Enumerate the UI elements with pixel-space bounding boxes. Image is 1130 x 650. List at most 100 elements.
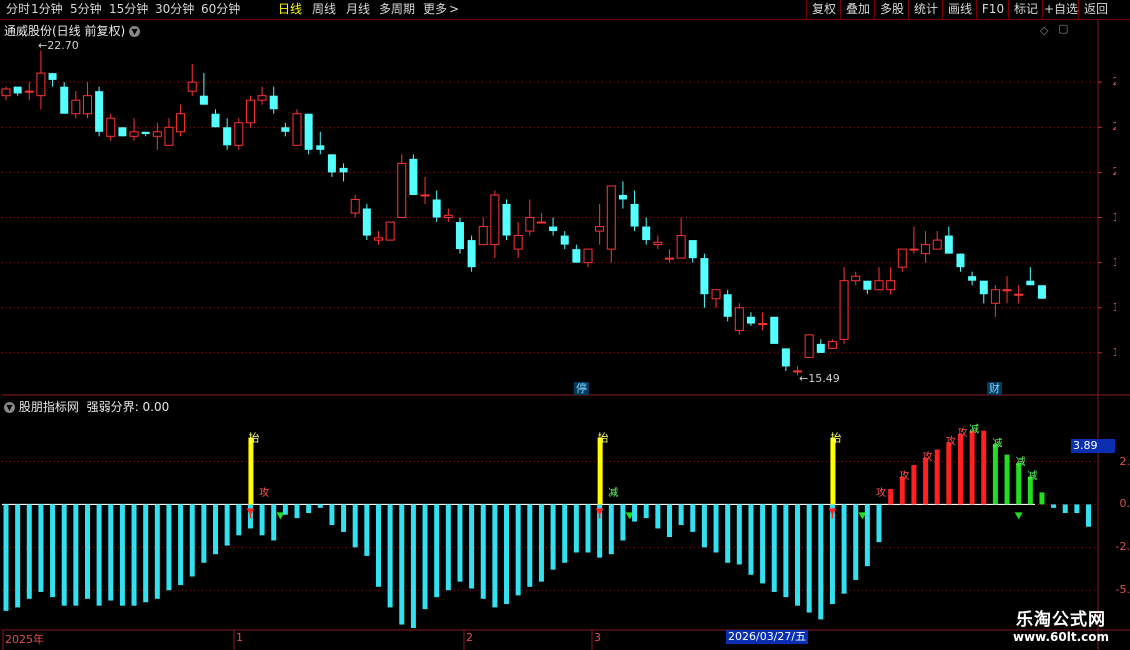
toolbar-button-6[interactable]: 标记 <box>1008 0 1043 19</box>
arrow-stem <box>831 514 834 519</box>
candle-body <box>734 307 744 331</box>
toolbar-button-7[interactable]: +自选 <box>1042 0 1079 19</box>
period-tab-9[interactable]: 多周期 <box>379 2 415 16</box>
indicator-bar <box>701 504 707 548</box>
candle-body <box>572 249 581 263</box>
indicator-bar <box>282 504 288 515</box>
indicator-bar <box>923 458 929 505</box>
candle-body <box>1037 285 1046 299</box>
indicator-bar <box>643 504 649 519</box>
suspend-tag[interactable]: 停 <box>574 382 589 395</box>
indicator-bar <box>818 504 824 620</box>
indicator-bar <box>853 504 859 580</box>
indicator-bar <box>259 504 265 536</box>
candle-body <box>1 88 11 97</box>
indicator-bar <box>201 504 207 563</box>
panel-menu-icon[interactable]: ▼ <box>129 26 141 37</box>
indicator-bar <box>934 449 940 505</box>
period-tab-2[interactable]: 5分钟 <box>70 2 102 16</box>
period-tab-4[interactable]: 30分钟 <box>155 2 194 16</box>
candle-body <box>152 131 162 137</box>
candle-body <box>71 99 81 115</box>
signal-text-reduce: 减 <box>992 437 1002 449</box>
kline-chart[interactable]: 抬抬抬攻 攻攻攻攻攻减减减减减 <box>0 20 1130 650</box>
indicator-bar <box>50 504 56 598</box>
candle-body <box>595 226 605 232</box>
indicator-bar <box>795 504 801 606</box>
candle-body <box>187 81 197 92</box>
candle-body <box>700 258 709 295</box>
candle-body <box>746 316 755 324</box>
candle-body <box>1014 293 1024 296</box>
candle-body <box>176 113 186 133</box>
toolbar-button-8[interactable]: 返回 <box>1078 0 1113 19</box>
toolbar-button-1[interactable]: 叠加 <box>840 0 875 19</box>
indicator-bar <box>957 434 963 505</box>
period-tab-5[interactable]: 60分钟 <box>201 2 240 16</box>
candle-body <box>921 244 931 255</box>
candle-body <box>676 235 686 259</box>
candle-body <box>1002 289 1012 292</box>
indicator-bar <box>632 504 638 522</box>
indicator-bar <box>1086 504 1092 527</box>
toolbar-button-5[interactable]: F10 <box>976 0 1009 19</box>
indicator-bar <box>969 430 975 505</box>
indicator-bar <box>131 504 137 606</box>
candle-body <box>82 95 92 115</box>
indicator-bar <box>550 504 556 570</box>
candle-body <box>199 95 208 105</box>
start-signal-bar <box>248 437 254 505</box>
date-axis-label: 3 <box>594 631 601 644</box>
period-tab-10[interactable]: 更多 <box>423 2 447 16</box>
indicator-menu-icon[interactable]: ▼ <box>4 402 15 413</box>
signal-text-reduce: 减 <box>1027 470 1037 482</box>
finance-tag[interactable]: 财 <box>987 382 1002 395</box>
indicator-bar <box>888 488 894 505</box>
indicator-bar <box>1039 492 1045 505</box>
period-tab-8[interactable]: 月线 <box>346 2 370 16</box>
indicator-bar <box>1074 504 1080 513</box>
toolbar-button-4[interactable]: 画线 <box>942 0 977 19</box>
candle-body <box>851 275 861 282</box>
toolbar-button-3[interactable]: 统计 <box>908 0 943 19</box>
indicator-bar <box>434 504 440 598</box>
candle-body <box>490 194 500 246</box>
candle-body <box>816 343 825 353</box>
candle-body <box>362 208 371 236</box>
period-tab-3[interactable]: 15分钟 <box>109 2 148 16</box>
indicator-bar <box>946 442 952 505</box>
period-tab-1[interactable]: 1分钟 <box>31 2 63 16</box>
toolbar-button-2[interactable]: 多股 <box>874 0 909 19</box>
candle-body <box>606 185 616 250</box>
indicator-bar <box>306 504 312 513</box>
indicator-bar <box>399 504 405 625</box>
start-signal-label: 抬 <box>598 430 609 444</box>
indicator-bar <box>178 504 184 586</box>
candle-body <box>513 235 523 250</box>
candle-body <box>409 158 418 195</box>
indicator-bar <box>864 504 870 567</box>
minimize-icon[interactable]: ▢ <box>1058 22 1068 35</box>
watermark: 乐淘公式网 www.60lt.com <box>996 610 1126 644</box>
signal-text-attack: 攻 <box>946 435 956 448</box>
period-tab-6[interactable]: 日线 <box>278 2 302 16</box>
indicator-bar <box>271 504 277 541</box>
indicator-bar <box>143 504 149 603</box>
indicator-axis-label: 2.50 <box>1119 454 1130 468</box>
indicator-bar <box>585 504 591 553</box>
period-tab-7[interactable]: 周线 <box>312 2 336 16</box>
indicator-bar <box>806 504 812 613</box>
start-signal-label: 抬 <box>248 430 259 444</box>
candle-body <box>688 240 697 259</box>
candle-body <box>245 99 255 124</box>
indicator-bar <box>15 504 21 608</box>
current-date-label: 2026/03/27/五 <box>726 630 809 644</box>
candle-body <box>269 95 278 110</box>
candle-body <box>234 122 244 146</box>
candle-body <box>141 131 150 135</box>
diamond-icon[interactable]: ◇ <box>1040 24 1048 37</box>
period-tab-0[interactable]: 分时 <box>6 2 30 16</box>
candle-body <box>385 221 395 241</box>
toolbar-button-0[interactable]: 复权 <box>806 0 841 19</box>
more-chevron-icon[interactable]: > <box>449 2 459 16</box>
